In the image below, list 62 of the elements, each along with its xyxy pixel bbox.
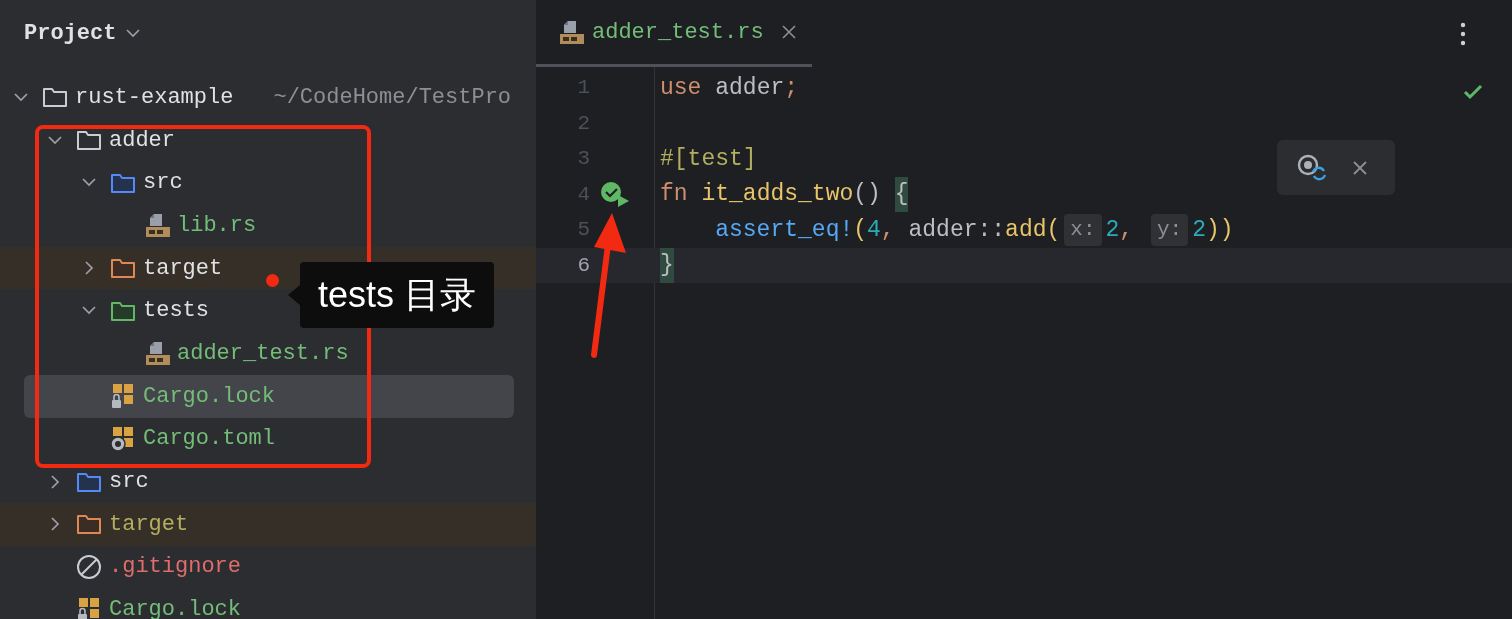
reload-icon[interactable] [1297, 153, 1327, 182]
code-token: it_adds_two [701, 180, 854, 209]
parameter-hint: x: [1064, 214, 1102, 246]
project-path: ~/CodeHome/TestPro [273, 83, 512, 112]
code-token: , [1119, 215, 1135, 245]
code-token: } [660, 248, 674, 283]
code-token: assert_eq! [714, 215, 854, 245]
package-file-icon [110, 425, 136, 452]
tree-item-label[interactable]: src [143, 166, 183, 200]
panel-title[interactable]: Project [24, 16, 117, 50]
code-token: , [880, 215, 896, 245]
chevron-down-icon[interactable] [48, 135, 62, 145]
test-passed-run-icon[interactable] [600, 181, 630, 208]
code-token: adder [715, 73, 785, 103]
tree-item-label[interactable]: adder_test.rs [177, 336, 349, 370]
tree-item-label[interactable]: tests [143, 294, 209, 328]
code-token: ( [853, 215, 868, 245]
tree-item-label[interactable]: lib.rs [177, 208, 257, 242]
more-menu-icon[interactable] [1460, 21, 1466, 46]
rust-file-icon [144, 340, 170, 367]
tree-item-label[interactable]: .gitignore [109, 550, 242, 584]
tree-item-label[interactable]: Cargo.lock [109, 593, 242, 619]
rust-file-icon [558, 19, 584, 45]
tree-item-label[interactable]: src [109, 465, 149, 499]
chevron-right-icon[interactable] [84, 261, 94, 276]
chevron-down-icon[interactable] [82, 306, 96, 316]
tree-item-label[interactable]: adder [109, 123, 175, 157]
lock-file-icon [110, 383, 136, 410]
tree-item-label[interactable]: Cargo.toml [143, 422, 276, 456]
close-icon[interactable] [781, 25, 796, 39]
code-token: { [894, 177, 909, 212]
tree-item-label[interactable]: target [109, 507, 189, 541]
code-token: use [660, 73, 703, 103]
editor-tab[interactable]: adder_test.rs [536, 0, 812, 67]
line-number: 6 [576, 252, 590, 279]
tree-item-label[interactable]: target [143, 251, 223, 285]
code-token: 2 [1192, 215, 1206, 245]
code-token: 4 [867, 215, 881, 245]
chevron-down-icon[interactable] [82, 178, 96, 188]
lock-file-icon [76, 596, 102, 619]
blocked-file-icon [76, 553, 102, 580]
tree-item-label[interactable]: rust-example [75, 80, 234, 114]
tree-item-label[interactable]: Cargo.lock [143, 379, 276, 413]
code-token: #[test] [660, 144, 757, 174]
tab-label: adder_test.rs [592, 18, 764, 47]
annotation-tooltip: tests 目录 [288, 262, 495, 328]
code-token: add [1005, 215, 1047, 245]
code-token: )) [1206, 215, 1234, 245]
code-token: 2 [1105, 215, 1120, 245]
code-token: fn [660, 180, 689, 209]
parameter-hint: y: [1150, 214, 1189, 246]
code-token: ( [1046, 215, 1061, 245]
chevron-right-icon[interactable] [50, 517, 60, 532]
code-token: ; [784, 73, 799, 103]
chevron-right-icon[interactable] [50, 474, 60, 489]
rust-file-icon [144, 212, 170, 239]
close-icon[interactable] [1353, 160, 1367, 175]
code-token: adder:: [908, 215, 1006, 245]
inspection-ok-icon[interactable] [1463, 84, 1483, 100]
chevron-down-icon[interactable] [14, 92, 28, 102]
code-token: () [853, 180, 882, 209]
chevron-down-icon[interactable] [126, 28, 141, 38]
